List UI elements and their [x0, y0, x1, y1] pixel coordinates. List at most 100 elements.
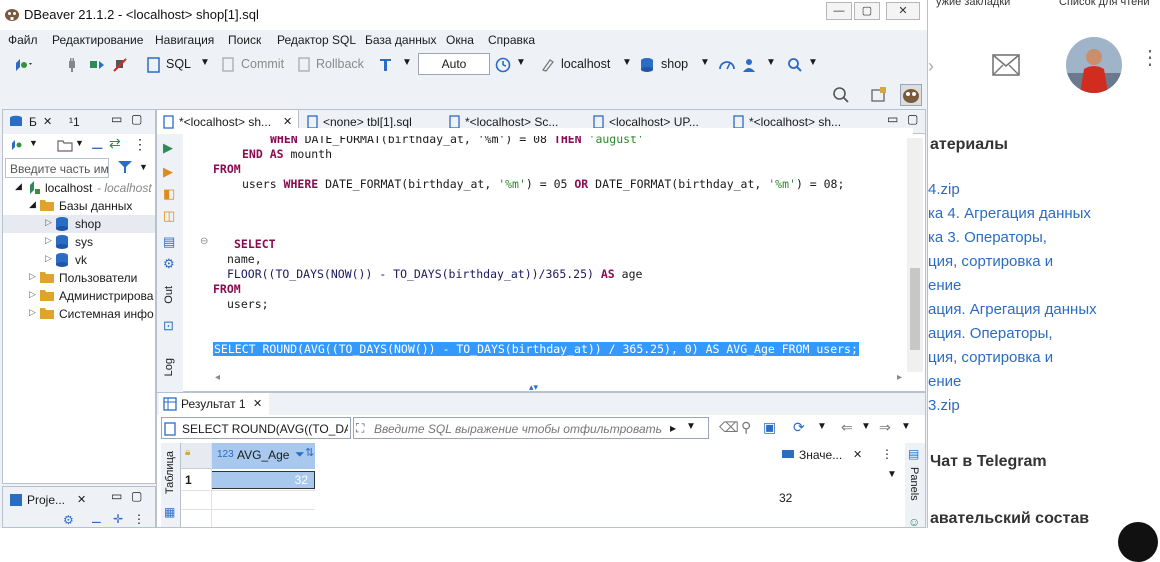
code-line[interactable]: END AS mounth	[242, 147, 332, 161]
projects-close-icon[interactable]: ✕	[77, 493, 86, 506]
editor-maximize-button[interactable]: ▢	[907, 112, 918, 126]
material-link-7[interactable]: ация. Операторы,	[928, 325, 1053, 342]
link-editor-icon[interactable]: ⇄	[109, 135, 121, 152]
new-connection-icon[interactable]	[12, 57, 34, 73]
bookmark-reading-list-label[interactable]: Список для чтени	[1059, 0, 1150, 8]
filter-expand-icon[interactable]: ⛶	[356, 421, 364, 436]
dashboard-icon[interactable]	[718, 57, 736, 73]
menu-window[interactable]: Окна	[446, 33, 474, 47]
scroll-right-icon[interactable]: ▸	[897, 372, 902, 383]
expand-icon[interactable]: ◢	[29, 199, 36, 210]
active-connection-selector[interactable]: localhost	[561, 57, 610, 71]
disconnect-icon[interactable]	[112, 57, 128, 73]
forward-icon[interactable]: ⇒	[879, 419, 891, 436]
tree-item-localhost[interactable]: ◢ localhost - localhost	[3, 179, 155, 197]
tree-item-vk[interactable]: ▷ vk	[3, 251, 155, 269]
new-connection-small-icon[interactable]	[9, 138, 25, 152]
material-link-4[interactable]: ция, сортировка и	[928, 253, 1053, 270]
column-filter-icon[interactable]: ⏷	[295, 447, 305, 462]
projects-add-icon[interactable]: ✛	[113, 512, 123, 526]
tab-close-icon[interactable]: ✕	[283, 115, 292, 128]
fold-icon[interactable]: ⊖	[200, 236, 208, 247]
value-panel-menu-icon[interactable]: ⋮	[881, 447, 893, 461]
scrollbar-thumb[interactable]	[910, 268, 920, 350]
execute-script-icon[interactable]: ▶	[163, 164, 173, 180]
tree-item-shop[interactable]: ▷ shop	[3, 215, 155, 233]
search-icon[interactable]	[832, 86, 850, 104]
collapse-all-icon[interactable]: ⚊	[91, 136, 104, 153]
collapse-icon[interactable]: ▷	[45, 253, 52, 264]
back-dropdown-icon[interactable]: ▼	[861, 421, 871, 432]
material-link-8[interactable]: ция, сортировка и	[928, 349, 1053, 366]
column-sort-icon[interactable]: ⇅	[305, 446, 314, 459]
collapse-icon[interactable]: ▷	[45, 217, 52, 228]
mail-icon[interactable]	[992, 54, 1020, 76]
navigator-tab-close-icon[interactable]: ✕	[43, 115, 52, 128]
panels-tab[interactable]: Panels	[908, 467, 920, 501]
active-schema-selector[interactable]: shop	[661, 57, 688, 71]
panels-icon[interactable]: ▤	[908, 447, 919, 461]
menu-navigate[interactable]: Навигация	[155, 33, 214, 47]
log-side-tab[interactable]: Log	[163, 358, 175, 376]
projects-settings-icon[interactable]: ⚙	[63, 513, 74, 527]
navigator-filter-input[interactable]: Введите часть им	[5, 158, 109, 178]
results-tab[interactable]: Результат 1 ✕	[159, 393, 269, 415]
material-link-9[interactable]: ение	[928, 373, 961, 390]
code-line[interactable]: FROM	[213, 282, 241, 296]
apply-filter-icon[interactable]: ▸	[670, 421, 676, 435]
rollback-icon[interactable]	[298, 57, 312, 73]
output-icon[interactable]: ⊡	[163, 318, 174, 334]
minimize-button[interactable]: —	[826, 2, 852, 20]
code-line[interactable]: name,	[227, 252, 262, 266]
view-menu-icon[interactable]: ⋮	[133, 136, 147, 153]
transaction-mode-icon[interactable]	[378, 57, 394, 73]
folder-icon[interactable]	[57, 138, 73, 152]
table-row[interactable]: 1 32	[181, 471, 315, 489]
menu-sql-editor[interactable]: Редактор SQL	[277, 33, 356, 47]
filter-input[interactable]: ⛶ Введите SQL выражение чтобы отфильтров…	[353, 417, 709, 439]
folder-dropdown-icon[interactable]: ▼	[75, 138, 84, 148]
filter-dropdown-icon[interactable]: ▼	[139, 162, 148, 172]
code-line[interactable]: SELECT	[234, 237, 276, 251]
execute-plan-icon[interactable]: ◧	[163, 186, 175, 202]
grid-view-icon[interactable]: ▦	[164, 505, 175, 519]
material-link-3[interactable]: ка 3. Операторы,	[928, 229, 1047, 246]
filter-icon[interactable]	[117, 160, 133, 174]
schema-dropdown-icon[interactable]: ▼	[700, 57, 710, 68]
floating-button[interactable]	[1118, 522, 1158, 562]
search-dropdown-icon[interactable]: ▼	[808, 57, 818, 68]
filter-history-icon[interactable]: ▼	[686, 421, 696, 432]
plug-icon[interactable]	[66, 57, 78, 73]
menu-search[interactable]: Поиск	[228, 33, 261, 47]
rollback-button[interactable]: Rollback	[316, 57, 364, 71]
dbeaver-perspective-icon[interactable]	[900, 84, 922, 106]
results-tab-close-icon[interactable]: ✕	[253, 397, 262, 410]
material-link-10[interactable]: 3.zip	[928, 397, 960, 414]
search-toolbar-icon[interactable]	[787, 57, 803, 73]
column-header-avg-age[interactable]: 123 AVG_Age ⏷ ⇅	[211, 443, 315, 469]
material-link-1[interactable]: 4.zip	[928, 181, 960, 198]
collapse-icon[interactable]: ▷	[29, 271, 36, 282]
history-icon[interactable]	[494, 56, 512, 74]
format-icon[interactable]: ▤	[163, 234, 175, 250]
expand-icon[interactable]: ◢	[15, 181, 22, 192]
material-link-2[interactable]: ка 4. Агрегация данных	[928, 205, 1091, 222]
maximize-button[interactable]: ▢	[854, 2, 880, 20]
back-icon[interactable]: ⇐	[841, 419, 853, 436]
refresh-icon[interactable]: ⟳	[793, 419, 805, 436]
tree-item-users[interactable]: ▷ Пользователи	[3, 269, 155, 287]
table-cell[interactable]: 32	[211, 471, 315, 489]
tree-item-databases[interactable]: ◢ Базы данных	[3, 197, 155, 215]
editor-minimize-button[interactable]: ▭	[887, 112, 898, 126]
navigator-tab[interactable]: Б	[29, 115, 37, 129]
load-script-icon[interactable]: ◫	[163, 208, 175, 224]
projects-tab[interactable]: ¹1	[69, 115, 80, 129]
query-text-field[interactable]: SELECT ROUND(AVG((TO_DAY!	[161, 417, 351, 439]
execute-icon[interactable]: ▶	[163, 140, 173, 156]
panels-extra-icon[interactable]: ☺	[908, 515, 920, 528]
connection-dropdown-icon[interactable]: ▼	[622, 57, 632, 68]
avatar[interactable]	[1066, 37, 1122, 93]
bookmark-other[interactable]: ужие закладки	[936, 0, 1010, 8]
close-button[interactable]: ✕	[886, 2, 920, 20]
save-filter-icon[interactable]: ▣	[763, 419, 776, 436]
